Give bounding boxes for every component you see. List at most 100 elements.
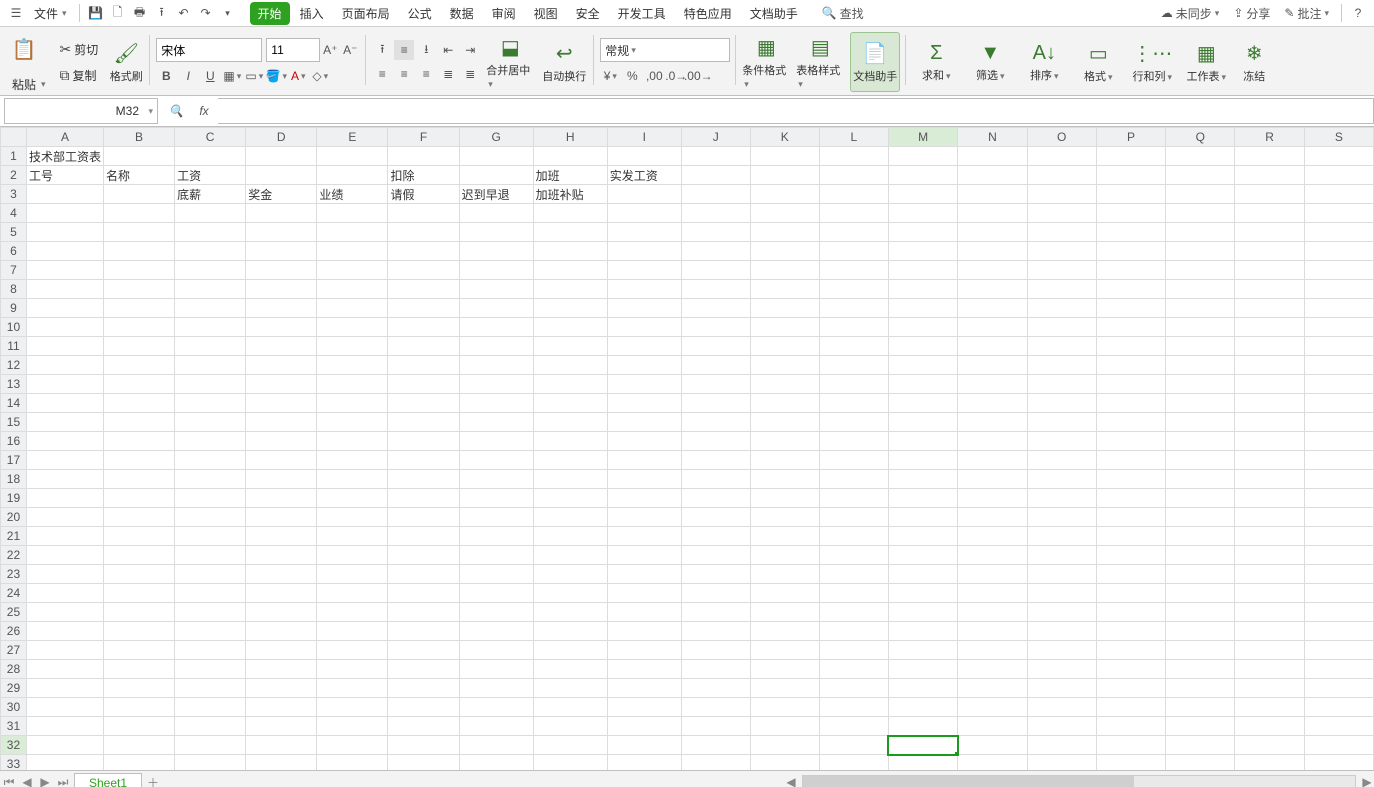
cell[interactable] xyxy=(819,546,888,565)
cell[interactable] xyxy=(888,508,957,527)
cell[interactable] xyxy=(246,470,317,489)
share-button[interactable]: ⇪ 分享 xyxy=(1227,3,1276,24)
cell[interactable] xyxy=(1027,451,1096,470)
cell[interactable] xyxy=(388,470,459,489)
cell[interactable] xyxy=(1235,641,1304,660)
cell[interactable] xyxy=(681,261,750,280)
cell[interactable] xyxy=(533,660,607,679)
cell[interactable] xyxy=(681,242,750,261)
cell[interactable] xyxy=(681,413,750,432)
cell[interactable] xyxy=(533,717,607,736)
cell[interactable] xyxy=(26,679,103,698)
cell[interactable] xyxy=(26,451,103,470)
cell[interactable] xyxy=(681,299,750,318)
align-right-icon[interactable]: ≡ xyxy=(416,64,436,84)
cell[interactable] xyxy=(1027,242,1096,261)
cell[interactable] xyxy=(1166,470,1235,489)
cell[interactable] xyxy=(388,261,459,280)
cell[interactable] xyxy=(819,755,888,771)
cell[interactable] xyxy=(1166,641,1235,660)
cell[interactable] xyxy=(26,755,103,771)
cell[interactable] xyxy=(1304,223,1373,242)
cell[interactable] xyxy=(1304,565,1373,584)
cell[interactable] xyxy=(26,223,103,242)
column-header[interactable]: O xyxy=(1027,128,1096,147)
cell[interactable] xyxy=(246,603,317,622)
cell[interactable] xyxy=(317,356,388,375)
column-header[interactable]: G xyxy=(459,128,533,147)
hamburger-icon[interactable]: ☰ xyxy=(6,3,26,23)
currency-icon[interactable]: ¥ xyxy=(600,66,620,86)
cell[interactable] xyxy=(681,736,750,755)
cell[interactable] xyxy=(958,185,1027,204)
cell[interactable] xyxy=(317,242,388,261)
cell[interactable] xyxy=(317,337,388,356)
cell[interactable] xyxy=(388,603,459,622)
column-header[interactable]: H xyxy=(533,128,607,147)
cell[interactable] xyxy=(1096,565,1165,584)
cell[interactable] xyxy=(246,432,317,451)
tab-page-layout[interactable]: 页面布局 xyxy=(334,2,398,25)
cell[interactable] xyxy=(103,755,174,771)
cell[interactable]: 技术部工资表 xyxy=(26,147,103,166)
cell[interactable] xyxy=(1027,527,1096,546)
cell[interactable] xyxy=(317,755,388,771)
cell[interactable] xyxy=(317,299,388,318)
cell[interactable] xyxy=(317,527,388,546)
cell[interactable] xyxy=(1235,147,1304,166)
cell[interactable] xyxy=(1166,603,1235,622)
cell[interactable] xyxy=(1166,413,1235,432)
cell[interactable] xyxy=(1304,660,1373,679)
cell[interactable] xyxy=(459,337,533,356)
cell[interactable] xyxy=(533,584,607,603)
cell[interactable] xyxy=(1027,470,1096,489)
cell[interactable] xyxy=(750,242,819,261)
cell[interactable] xyxy=(681,489,750,508)
cell[interactable] xyxy=(958,660,1027,679)
cell[interactable] xyxy=(607,679,681,698)
cell[interactable] xyxy=(888,166,957,185)
cell[interactable] xyxy=(246,147,317,166)
cell[interactable] xyxy=(1235,318,1304,337)
cell[interactable] xyxy=(1235,698,1304,717)
cell[interactable] xyxy=(607,489,681,508)
cell[interactable] xyxy=(1166,489,1235,508)
cell[interactable] xyxy=(1096,166,1165,185)
cell[interactable] xyxy=(175,375,246,394)
cell[interactable] xyxy=(317,261,388,280)
cell[interactable] xyxy=(103,356,174,375)
cell[interactable] xyxy=(888,413,957,432)
column-header[interactable]: B xyxy=(103,128,174,147)
tab-formula[interactable]: 公式 xyxy=(400,2,440,25)
cell[interactable] xyxy=(246,394,317,413)
cell[interactable] xyxy=(958,375,1027,394)
cell[interactable] xyxy=(607,508,681,527)
tab-nav-prev-icon[interactable]: ◀ xyxy=(18,775,36,787)
cell[interactable] xyxy=(1235,755,1304,771)
cell[interactable] xyxy=(317,147,388,166)
cell[interactable] xyxy=(607,394,681,413)
cell[interactable] xyxy=(958,603,1027,622)
tab-devtools[interactable]: 开发工具 xyxy=(610,2,674,25)
cell[interactable] xyxy=(607,356,681,375)
cell[interactable] xyxy=(888,527,957,546)
cell[interactable] xyxy=(1235,280,1304,299)
cell[interactable] xyxy=(175,223,246,242)
cell[interactable] xyxy=(246,337,317,356)
cell[interactable] xyxy=(888,375,957,394)
cell[interactable] xyxy=(1235,185,1304,204)
row-header[interactable]: 13 xyxy=(1,375,27,394)
save-icon[interactable]: 💾 xyxy=(86,3,106,23)
row-header[interactable]: 32 xyxy=(1,736,27,755)
cell[interactable] xyxy=(388,527,459,546)
cell[interactable] xyxy=(958,584,1027,603)
cell[interactable] xyxy=(26,394,103,413)
cell[interactable] xyxy=(1096,660,1165,679)
cell[interactable] xyxy=(317,508,388,527)
cell[interactable] xyxy=(750,451,819,470)
cell[interactable] xyxy=(1166,432,1235,451)
cell[interactable] xyxy=(1304,337,1373,356)
cell[interactable] xyxy=(750,337,819,356)
cell[interactable] xyxy=(1304,546,1373,565)
cell[interactable] xyxy=(533,432,607,451)
